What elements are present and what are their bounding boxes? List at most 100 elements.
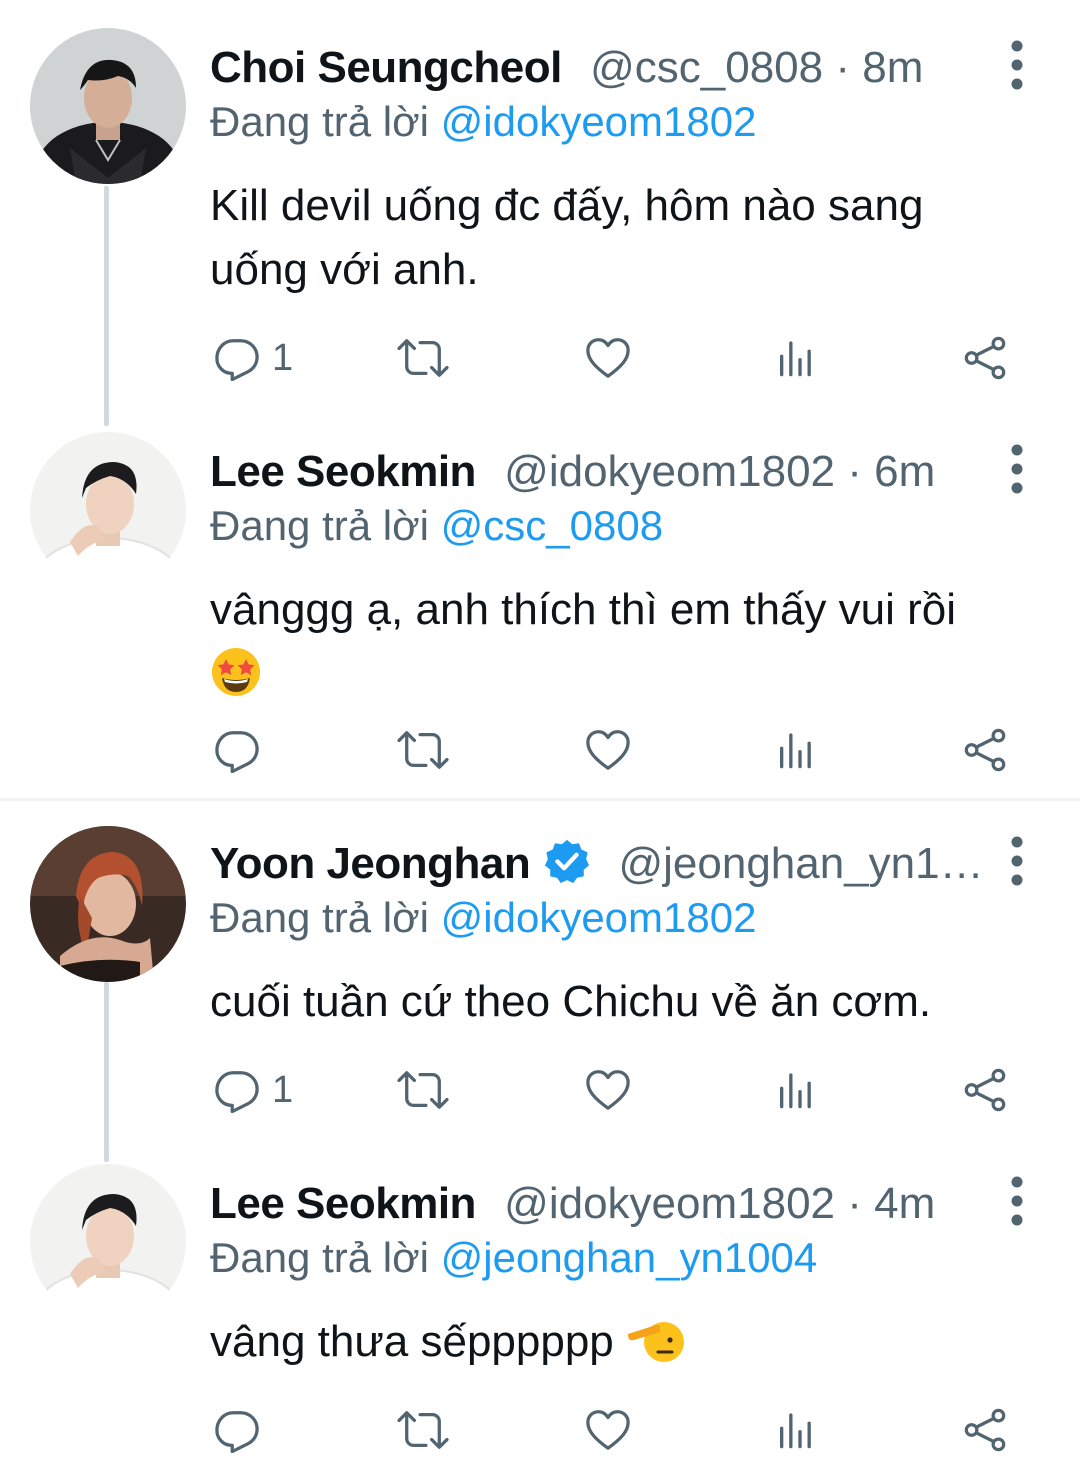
separator-dot: · [847,447,862,496]
retweet-button[interactable] [396,1060,450,1120]
share-icon [962,1407,1008,1453]
display-name[interactable]: Choi Seungcheol [210,43,562,92]
user-handle[interactable]: @idokyeom1802 [504,1179,835,1228]
saluting-face-emoji [628,1322,685,1362]
timestamp[interactable]: 4m [874,1179,935,1228]
views-button[interactable] [775,1060,815,1120]
more-options-icon[interactable] [1002,836,1032,886]
user-handle[interactable]: @idokyeom1802 [504,447,835,496]
replying-to-label: Đang trả lời [210,98,429,145]
user-handle[interactable]: @jeonghan_yn1… [618,839,980,888]
tweet-header: Yoon Jeonghan @jeonghan_yn1… [210,836,980,892]
display-name[interactable]: Yoon Jeonghan [210,839,531,888]
user-handle[interactable]: @csc_0808 [590,43,823,92]
replying-to-line: Đang trả lời @idokyeom1802 [210,890,756,946]
reply-button[interactable]: 1 [214,328,293,388]
views-icon [775,335,815,381]
tweet-actions: 1 [210,328,1020,388]
reply-button[interactable]: 1 [214,1060,293,1120]
tweet-text: vâng thưa sếpppppp [210,1310,1010,1374]
views-icon [775,727,815,773]
reply-count: 1 [272,336,294,379]
replying-to-line: Đang trả lời @csc_0808 [210,498,663,554]
tweet-actions [210,1400,1020,1460]
share-button[interactable] [962,328,1008,388]
replying-to-label: Đang trả lời [210,1234,429,1281]
like-icon [585,335,631,381]
views-button[interactable] [775,328,815,388]
avatar[interactable] [30,826,186,982]
retweet-icon [396,335,450,381]
like-button[interactable] [585,1060,631,1120]
share-icon [962,1067,1008,1113]
reply-icon [214,1407,260,1453]
tweet-text-content: vâng thưa sếpppppp [210,1317,614,1366]
thread-connector-line [104,982,109,1162]
replying-to-label: Đang trả lời [210,502,429,549]
verified-badge-icon [545,839,590,884]
share-icon [962,727,1008,773]
replying-to-line: Đang trả lời @jeonghan_yn1004 [210,1230,817,1286]
tweet-actions: 1 [210,1060,1020,1120]
retweet-button[interactable] [396,1400,450,1460]
retweet-button[interactable] [396,720,450,780]
tweet-text: cuối tuần cứ theo Chichu về ăn cơm. [210,970,1010,1034]
views-button[interactable] [775,1400,815,1460]
retweet-icon [396,727,450,773]
separator-dot: · [847,1179,862,1228]
retweet-icon [396,1407,450,1453]
reply-icon [214,1067,260,1113]
thread-connector-line [104,186,109,426]
avatar[interactable] [30,432,186,588]
replying-to-label: Đang trả lời [210,894,429,941]
tweet-header: Lee Seokmin @idokyeom1802 · 6m [210,444,980,500]
reply-icon [214,335,260,381]
retweet-icon [396,1067,450,1113]
tweet-text-line: cuối tuần cứ theo Chichu về ăn cơm. [210,977,932,1026]
tweet-text-line: vânggg ạ, anh thích thì em thấy vui rồi [210,585,957,634]
thread-divider [0,798,1080,801]
like-button[interactable] [585,328,631,388]
like-icon [585,727,631,773]
views-icon [775,1067,815,1113]
reply-count: 1 [272,1068,294,1111]
share-button[interactable] [962,1400,1008,1460]
like-icon [585,1407,631,1453]
share-button[interactable] [962,720,1008,780]
more-options-icon[interactable] [1002,40,1032,90]
more-options-icon[interactable] [1002,444,1032,494]
share-button[interactable] [962,1060,1008,1120]
avatar[interactable] [30,28,186,184]
views-icon [775,1407,815,1453]
like-icon [585,1067,631,1113]
timestamp[interactable]: 6m [874,447,935,496]
retweet-button[interactable] [396,328,450,388]
replying-to-mention[interactable]: @jeonghan_yn1004 [441,1234,818,1281]
like-button[interactable] [585,720,631,780]
timestamp[interactable]: 8m [862,43,923,92]
reply-button[interactable] [214,720,260,780]
tweet-header: Choi Seungcheol @csc_0808 · 8m [210,40,980,96]
star-struck-emoji [212,648,260,696]
share-icon [962,335,1008,381]
tweet-actions [210,720,1020,780]
separator-dot: · [835,43,851,92]
reply-icon [214,727,260,773]
tweet-text-line: uống với anh. [210,245,479,294]
like-button[interactable] [585,1400,631,1460]
tweet-text-line: Kill devil uống đc đấy, hôm nào sang [210,181,924,230]
avatar[interactable] [30,1164,186,1320]
more-options-icon[interactable] [1002,1176,1032,1226]
tweet-text: vânggg ạ, anh thích thì em thấy vui rồi [210,578,1010,706]
tweet-text: Kill devil uống đc đấy, hôm nào sang uốn… [210,174,1010,302]
replying-to-mention[interactable]: @idokyeom1802 [441,894,757,941]
views-button[interactable] [775,720,815,780]
display-name[interactable]: Lee Seokmin [210,447,476,496]
replying-to-mention[interactable]: @csc_0808 [441,502,663,549]
replying-to-mention[interactable]: @idokyeom1802 [441,98,757,145]
tweet-text-line [210,642,1010,706]
reply-button[interactable] [214,1400,260,1460]
replying-to-line: Đang trả lời @idokyeom1802 [210,94,756,150]
tweet-header: Lee Seokmin @idokyeom1802 · 4m [210,1176,980,1232]
display-name[interactable]: Lee Seokmin [210,1179,476,1228]
